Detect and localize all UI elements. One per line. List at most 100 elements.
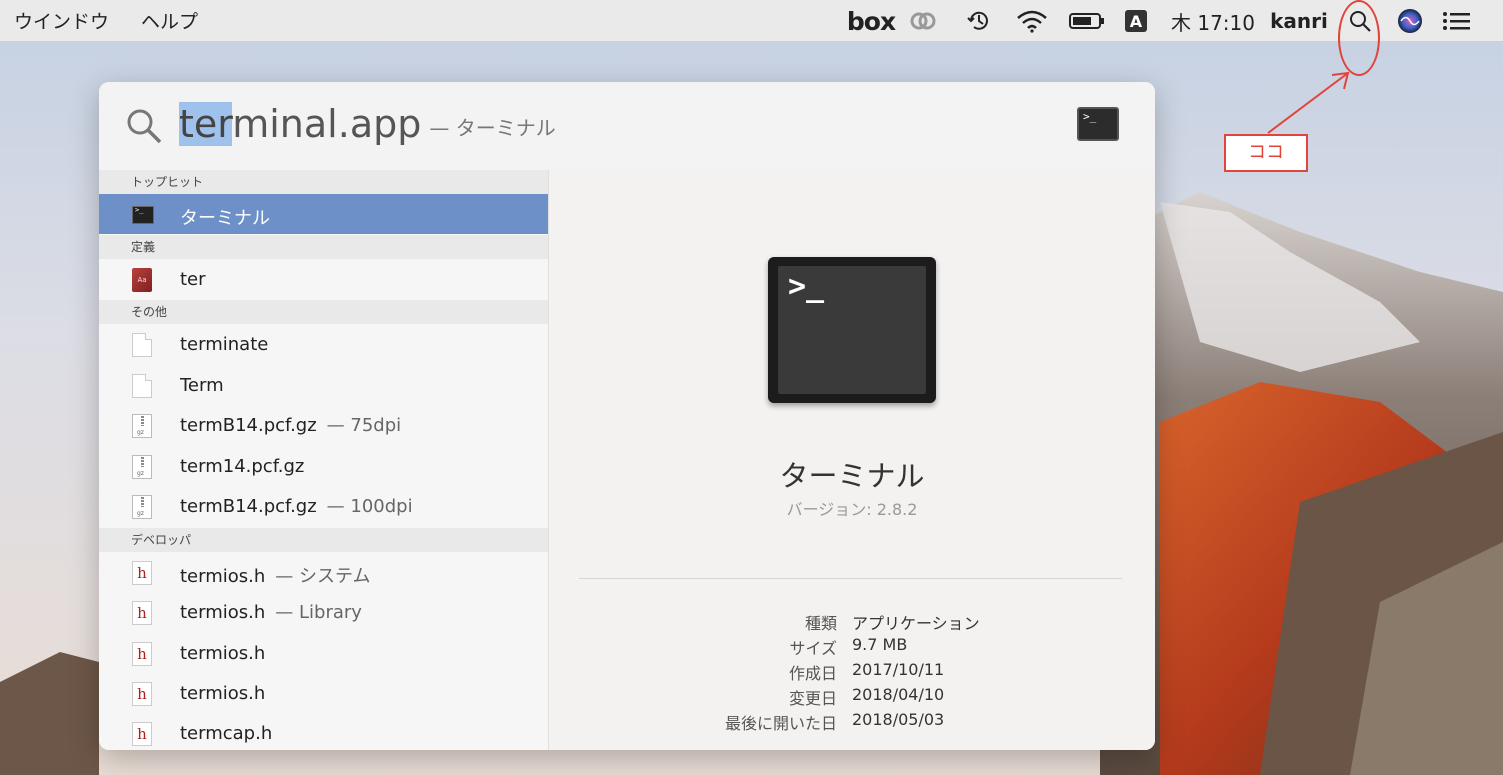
search-icon [127,109,162,144]
wifi-status-item[interactable] [1014,0,1050,42]
result-label: termios.h [180,683,266,704]
result-label: ter [180,269,206,290]
document-icon [132,374,154,398]
time-machine-icon [967,11,988,30]
meta-key: 種類 [804,614,837,633]
result-row[interactable]: Aa ter [99,259,548,299]
result-label: Term [180,375,224,396]
terminal-app-prompt: >_ [788,269,825,304]
preview-metadata: 種類 アプリケーション サイズ 9.7 MB 作成日 2017/10/11 変更… [549,610,1155,735]
input-source-icon: A [1125,10,1147,32]
header-file-icon: h [132,561,154,585]
meta-value: アプリケーション [852,614,980,633]
result-row[interactable]: >_ ターミナル [99,194,548,234]
query-terminal-prompt: >_ [1083,110,1097,123]
box-icon: box [846,6,896,36]
gz-archive-icon: gz [132,455,154,479]
gz-label: gz [137,429,144,436]
gz-label: gz [137,470,144,477]
section-developer: デベロッパ [99,528,548,552]
result-label: termB14.pcf.gz — 100dpi [180,496,413,517]
result-label-main: termios.h [180,602,266,623]
result-label-sub: — 75dpi [326,415,402,436]
meta-row-created: 作成日 2017/10/11 [549,660,1155,685]
result-label-main: termB14.pcf.gz [180,415,317,436]
list-icon [1443,12,1470,30]
time-machine-status-item[interactable] [962,0,996,42]
meta-row-last-opened: 最後に開いた日 2018/05/03 [549,710,1155,735]
header-file-glyph: h [132,682,152,706]
result-row[interactable]: h termios.h — システム [99,552,548,592]
menu-clock[interactable]: 木 17:10 [1170,0,1256,42]
result-label-sub: — Library [275,602,362,623]
result-row[interactable]: Term [99,365,548,405]
menu-user[interactable]: kanri [1270,0,1328,42]
meta-value: 2018/04/10 [852,685,945,704]
meta-value: 2018/05/03 [852,710,945,729]
result-row[interactable]: h termios.h [99,673,548,713]
meta-row-kind: 種類 アプリケーション [549,610,1155,635]
spotlight-results-list: トップヒット >_ ターミナル 定義 Aa ter その他 terminate … [99,170,549,750]
result-row[interactable]: h termcap.h [99,713,548,750]
meta-value: 2017/10/11 [852,660,945,679]
preview-app-name: ターミナル [779,459,925,493]
result-row[interactable]: h termios.h [99,633,548,673]
meta-key: 作成日 [788,664,837,683]
box-status-item[interactable]: box [846,0,896,42]
result-label: term14.pcf.gz [180,456,305,477]
spotlight-search-icon-wrap [125,107,163,149]
spotlight-preview-pane: >_ ターミナル バージョン: 2.8.2 種類 アプリケーション サイズ 9.… [549,170,1155,750]
gz-archive-icon: gz [132,495,154,519]
result-row[interactable]: gz termB14.pcf.gz — 100dpi [99,486,548,526]
document-icon [132,333,154,357]
query-typed-text: ter [179,102,233,146]
siri-button[interactable] [1394,0,1426,42]
gz-archive-icon: gz [132,414,154,438]
header-file-glyph: h [132,601,152,625]
header-file-glyph: h [132,561,152,585]
result-label-main: termios.h [180,566,266,587]
spotlight-window: terminal.app — ターミナル >_ トップヒット >_ ターミナル 定… [99,82,1155,750]
meta-key: 変更日 [788,689,837,708]
result-label-main: termB14.pcf.gz [180,496,317,517]
header-file-icon: h [132,642,154,666]
input-source-status-item[interactable]: A [1122,0,1150,42]
annotation-arrow [1267,71,1350,134]
menu-window[interactable]: ウインドウ [14,7,109,34]
preview-app-version: バージョン: 2.8.2 [786,500,918,519]
header-file-icon: h [132,722,154,746]
spotlight-query[interactable]: terminal.app — ターミナル [179,102,556,146]
menu-bar-left: ウインドウ ヘルプ [0,7,198,34]
result-row[interactable]: terminate [99,324,548,364]
query-suffix: — ターミナル [429,116,556,140]
battery-status-item[interactable] [1068,0,1106,42]
result-label: termios.h — Library [180,602,362,623]
meta-key: サイズ [789,639,837,658]
result-label: terminate [180,334,269,355]
result-row[interactable]: gz termB14.pcf.gz — 75dpi [99,405,548,445]
query-terminal-icon: >_ [1077,107,1119,141]
creative-cloud-status-item[interactable] [906,0,940,42]
dictionary-icon-glyph: Aa [132,268,152,292]
battery-icon [1069,13,1104,29]
header-file-icon: h [132,601,154,625]
section-top-hit: トップヒット [99,170,548,194]
terminal-icon: >_ [132,203,154,227]
result-label: ターミナル [180,208,270,229]
spotlight-search-bar[interactable]: terminal.app — ターミナル >_ [99,82,1155,171]
gz-label: gz [137,510,144,517]
preview-divider [579,578,1122,579]
meta-row-size: サイズ 9.7 MB [549,635,1155,660]
result-row[interactable]: h termios.h — Library [99,592,548,632]
header-file-glyph: h [132,642,152,666]
menu-help[interactable]: ヘルプ [141,7,198,34]
meta-row-modified: 変更日 2018/04/10 [549,685,1155,710]
notification-center-button[interactable] [1440,0,1472,42]
result-row[interactable]: gz term14.pcf.gz [99,446,548,486]
section-definition: 定義 [99,235,548,259]
siri-icon [1398,9,1422,33]
creative-cloud-icon [910,12,936,30]
annotation-label: ココ [1224,134,1308,172]
section-other: その他 [99,300,548,324]
result-label: termB14.pcf.gz — 75dpi [180,415,401,436]
